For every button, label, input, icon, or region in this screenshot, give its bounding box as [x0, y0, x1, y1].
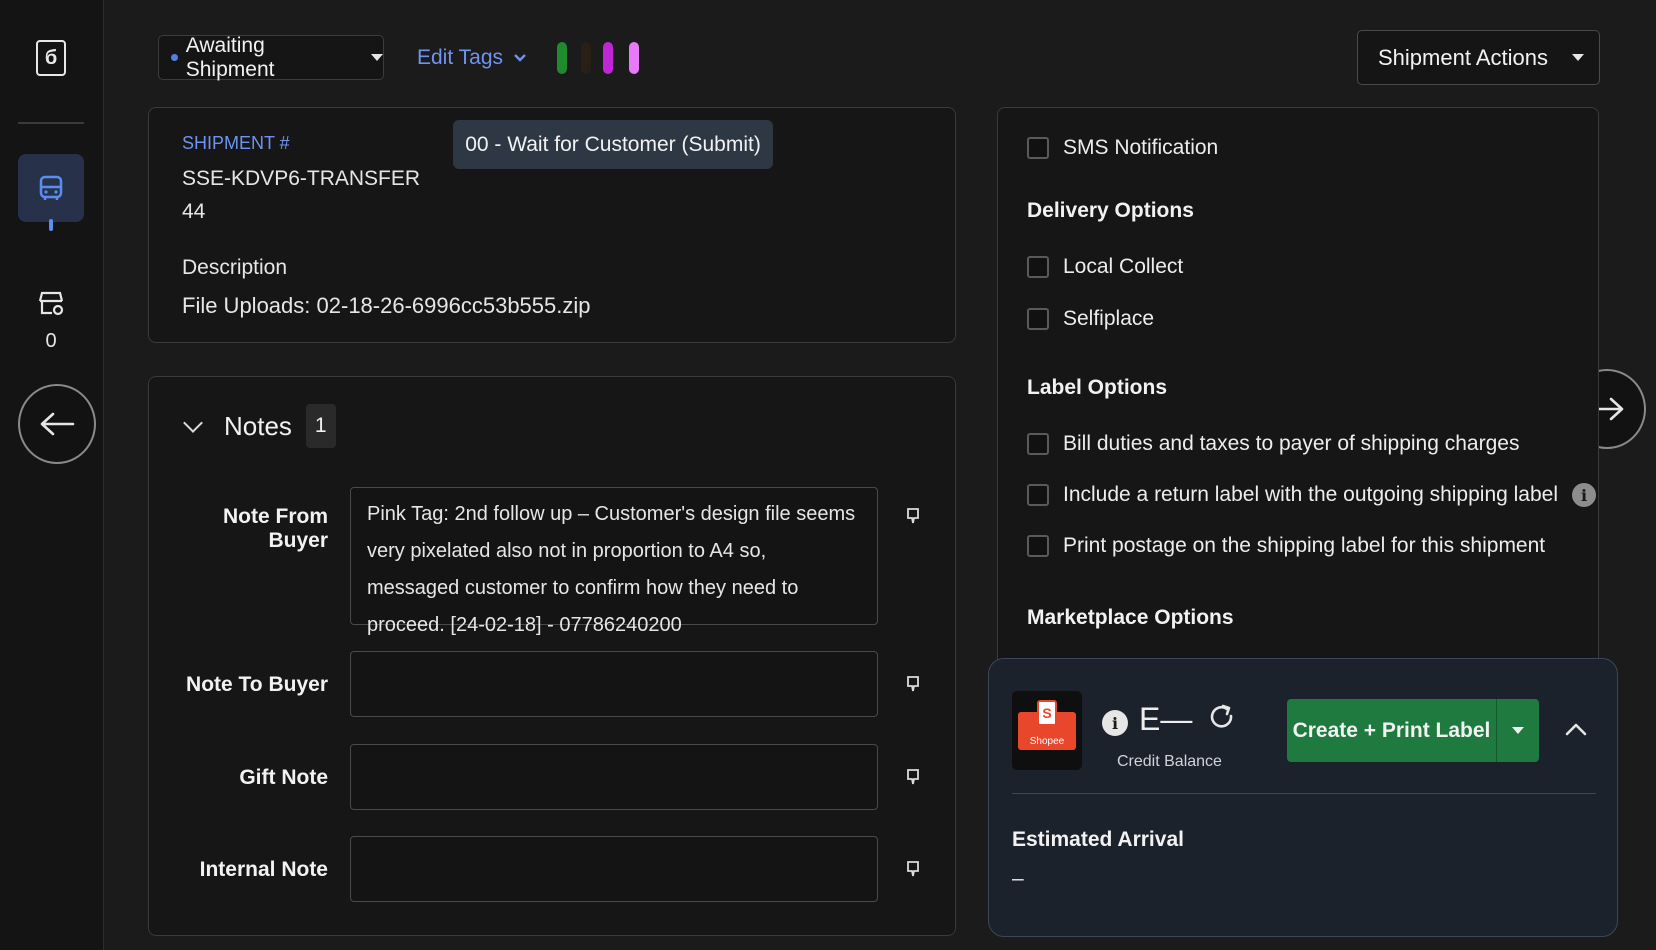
return-label-row[interactable]: Include a return label with the outgoing… [1027, 483, 1597, 507]
internal-note-field[interactable] [350, 836, 878, 902]
store-icon [38, 291, 64, 316]
refresh-icon[interactable] [1208, 703, 1236, 731]
notes-title: Notes [224, 410, 292, 441]
shipment-number-suffix: 44 [182, 200, 206, 223]
chevron-down-icon [1512, 727, 1524, 734]
note-from-buyer-field[interactable]: Pink Tag: 2nd follow up – Customer's des… [350, 487, 878, 636]
shopee-bag-icon: S Shopee [1018, 699, 1076, 750]
bus-icon [39, 175, 63, 200]
sms-notification-row[interactable]: SMS Notification [1027, 136, 1218, 160]
file-uploads: File Uploads: 02-18-26-6996cc53b555.zip [182, 293, 591, 318]
credit-balance-label: Credit Balance [1117, 753, 1222, 770]
status-dropdown[interactable]: Awaiting Shipment [158, 34, 384, 81]
note-to-buyer-field[interactable] [350, 651, 878, 717]
store-count: 0 [45, 330, 57, 352]
tag-magenta[interactable] [603, 42, 613, 74]
edit-tags-button[interactable]: Edit Tags [417, 43, 527, 73]
selfiplace-checkbox[interactable] [1027, 308, 1049, 330]
chevron-up-icon[interactable] [1564, 721, 1588, 737]
label-purchase-panel: S Shopee i E— Credit Balance Create + Pr… [988, 658, 1618, 937]
rail-divider [18, 122, 84, 124]
back-button[interactable] [18, 384, 96, 464]
pin-icon[interactable] [906, 676, 920, 692]
internal-note-label: Internal Note [199, 858, 328, 881]
panel-divider [1012, 793, 1596, 794]
bill-duties-checkbox[interactable] [1027, 433, 1049, 455]
description-label: Description [182, 256, 288, 279]
tag-brown[interactable] [581, 42, 591, 74]
marketplace-options-heading: Marketplace Options [1027, 606, 1234, 629]
chevron-down-icon [1571, 54, 1584, 61]
note-from-buyer-label: Note From Buyer [223, 505, 328, 552]
info-icon[interactable]: i [1572, 483, 1597, 507]
create-print-label-button[interactable]: Create + Print Label [1287, 699, 1539, 762]
selfiplace-row[interactable]: Selfiplace [1027, 307, 1154, 331]
bill-duties-row[interactable]: Bill duties and taxes to payer of shippi… [1027, 432, 1519, 456]
app-logo[interactable]: б [36, 40, 66, 76]
tag-green[interactable] [557, 42, 567, 74]
delivery-options-heading: Delivery Options [1027, 199, 1194, 222]
create-label-dropdown[interactable] [1497, 727, 1539, 734]
estimated-arrival-value: – [1012, 867, 1024, 890]
arrow-left-icon [40, 412, 75, 436]
return-label-checkbox[interactable] [1027, 484, 1049, 506]
credit-balance-value: E— [1139, 701, 1193, 737]
note-to-buyer-label: Note To Buyer [186, 673, 328, 696]
notes-header[interactable]: Notes 1 [183, 404, 336, 448]
chevron-down-icon [514, 54, 526, 62]
chevron-down-icon [371, 54, 383, 61]
local-collect-row[interactable]: Local Collect [1027, 255, 1183, 279]
workflow-status-pill[interactable]: 00 - Wait for Customer (Submit) [453, 120, 773, 169]
gift-note-field[interactable] [350, 744, 878, 810]
gift-note-label: Gift Note [239, 766, 328, 789]
pin-icon[interactable] [906, 508, 920, 524]
sms-notification-checkbox[interactable] [1027, 137, 1049, 159]
label-options-heading: Label Options [1027, 376, 1168, 399]
notes-count-badge: 1 [305, 404, 336, 448]
carrier-logo: S Shopee [1012, 691, 1082, 770]
pin-icon[interactable] [906, 861, 920, 877]
shipment-number: SSE-KDVP6-TRANSFER [182, 167, 421, 190]
tag-pink[interactable] [629, 42, 639, 74]
left-rail: б 0 [0, 0, 104, 950]
nav-store[interactable] [34, 286, 68, 320]
file-upload-link[interactable]: 02-18-26-6996cc53b555.zip [317, 293, 591, 318]
status-dot [171, 54, 178, 61]
pin-icon[interactable] [906, 769, 920, 785]
print-postage-row[interactable]: Print postage on the shipping label for … [1027, 534, 1545, 558]
info-icon[interactable]: i [1102, 710, 1128, 736]
active-indicator [49, 219, 53, 231]
chevron-down-icon [183, 413, 203, 433]
shipment-actions-button[interactable]: Shipment Actions [1357, 30, 1600, 85]
local-collect-checkbox[interactable] [1027, 256, 1049, 278]
estimated-arrival-heading: Estimated Arrival [1012, 828, 1184, 851]
shipment-number-label: SHIPMENT # [182, 133, 290, 153]
print-postage-checkbox[interactable] [1027, 535, 1049, 557]
nav-shipments[interactable] [18, 154, 84, 222]
